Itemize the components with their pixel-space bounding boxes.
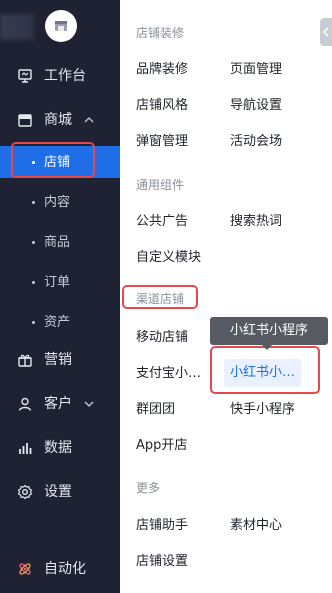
sidebar-subitem-assets[interactable]: 资产: [0, 306, 120, 338]
sidebar-item-label: 客户: [44, 396, 72, 412]
chevron-up-icon[interactable]: [84, 115, 94, 125]
link-store-settings[interactable]: 店铺设置: [136, 553, 188, 570]
sidebar-subitem-orders[interactable]: 订单: [0, 266, 120, 298]
bullet-dot: [32, 161, 35, 164]
link-brand-decoration[interactable]: 品牌装修: [136, 61, 188, 78]
link-popup-management[interactable]: 弹窗管理: [136, 133, 188, 150]
link-store-assistant[interactable]: 店铺助手: [136, 517, 188, 534]
sidebar-item-settings[interactable]: 设置: [0, 476, 120, 508]
sidebar-item-marketing[interactable]: 营销: [0, 344, 120, 376]
sidebar-subitem-label: 商品: [44, 235, 71, 250]
link-event-venue[interactable]: 活动会场: [230, 133, 282, 150]
mall-icon: [18, 114, 32, 127]
link-material-center[interactable]: 素材中心: [230, 517, 282, 534]
sidebar-item-label: 数据: [44, 440, 72, 456]
link-app-store[interactable]: App开店: [136, 437, 187, 454]
automation-icon: [19, 563, 31, 575]
section-title-common-components: 通用组件: [136, 178, 185, 192]
gear-icon: [17, 484, 33, 500]
sidebar-subitem-label: 内容: [44, 195, 71, 210]
sidebar-item-automation[interactable]: 自动化: [0, 553, 120, 585]
section-title-channel-stores: 渠道店铺: [136, 292, 185, 306]
bullet-dot: [32, 241, 35, 244]
chevron-down-icon[interactable]: [84, 399, 94, 409]
link-mobile-store[interactable]: 移动店铺: [136, 329, 188, 346]
sidebar-item-label: 设置: [44, 484, 72, 500]
chevron-left-icon: [322, 27, 329, 37]
user-icon: [18, 397, 32, 411]
sidebar-subitem-label: 店铺: [44, 155, 71, 170]
sidebar-item-data[interactable]: 数据: [0, 432, 120, 464]
sidebar-item-customers[interactable]: 客户: [0, 388, 120, 420]
blurred-logo: [0, 14, 34, 40]
sidebar-subitem-goods[interactable]: 商品: [0, 226, 120, 258]
sidebar-subitem-label: 资产: [44, 315, 71, 330]
section-title-more: 更多: [136, 481, 161, 495]
sidebar-item-label: 商城: [44, 112, 72, 128]
link-page-management[interactable]: 页面管理: [230, 61, 282, 78]
link-kuaishou-mini[interactable]: 快手小程序: [230, 401, 295, 418]
tooltip-arrow: [262, 345, 272, 350]
bullet-dot: [32, 321, 35, 324]
bullet-dot: [32, 201, 35, 204]
store-icon: [55, 21, 67, 31]
section-title-decoration: 店铺装修: [136, 26, 185, 40]
link-store-style[interactable]: 店铺风格: [136, 97, 188, 114]
sidebar-item-label: 自动化: [44, 561, 86, 577]
sidebar-subitem-label: 订单: [44, 275, 71, 290]
bullet-dot: [32, 281, 35, 284]
sidebar-subitem-content[interactable]: 内容: [0, 186, 120, 218]
workbench-icon: [18, 69, 32, 83]
link-xiaohongshu-mini[interactable]: 小红书小…: [224, 359, 302, 387]
sidebar-item-label: 营销: [44, 352, 72, 368]
sidebar: 工作台 商城 店铺 内容 商品 订单 资产 营销 客户 数据 设置 自动化: [0, 0, 120, 593]
sidebar-item-mall[interactable]: 商城: [0, 104, 120, 136]
sidebar-subitem-store[interactable]: 店铺: [0, 146, 120, 178]
chart-icon: [19, 443, 32, 454]
collapse-panel-button[interactable]: [320, 18, 332, 46]
link-public-ads[interactable]: 公共广告: [136, 213, 188, 230]
link-tuantuan[interactable]: 群团团: [136, 401, 175, 418]
tooltip-xiaohongshu: 小红书小程序: [210, 317, 328, 345]
sidebar-item-workbench[interactable]: 工作台: [0, 60, 120, 92]
store-avatar[interactable]: [45, 10, 77, 42]
link-custom-module[interactable]: 自定义模块: [136, 249, 201, 266]
link-alipay-mini[interactable]: 支付宝小…: [136, 365, 201, 382]
sidebar-item-label: 工作台: [44, 68, 86, 84]
link-hot-search[interactable]: 搜索热词: [230, 213, 282, 230]
gift-icon: [18, 354, 32, 367]
link-nav-settings[interactable]: 导航设置: [230, 97, 282, 114]
